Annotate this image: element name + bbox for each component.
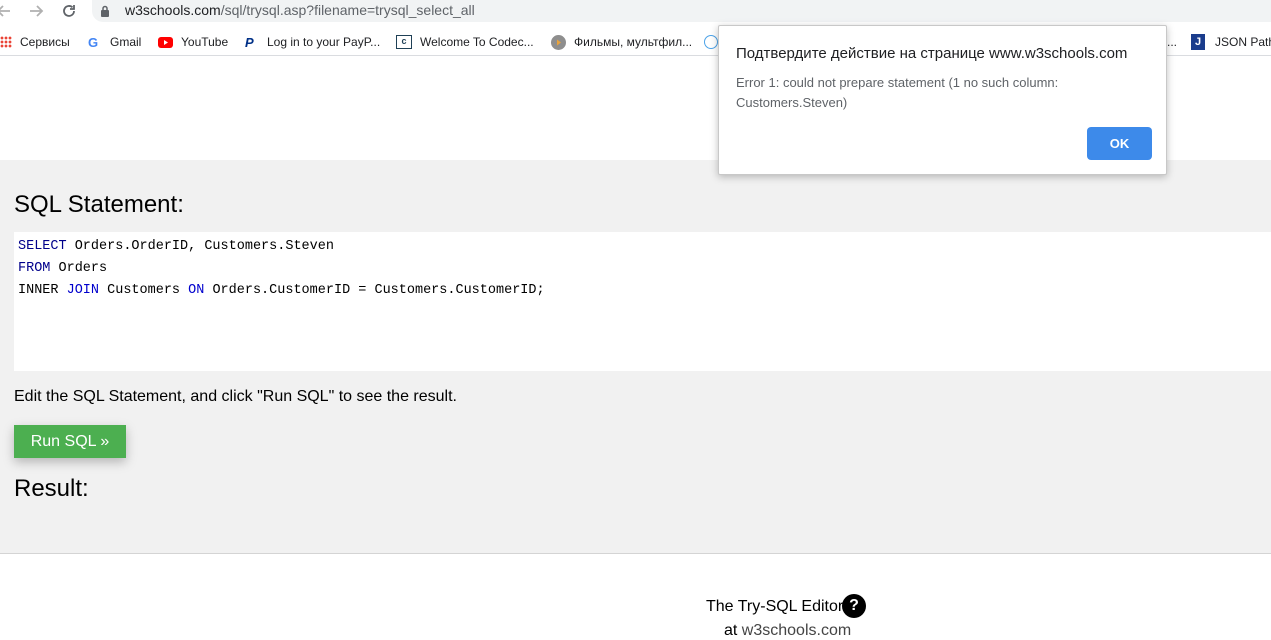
bookmark-json-path[interactable]: J JSON Path bbox=[1191, 33, 1271, 51]
dialog-title: Подтвердите действие на странице www.w3s… bbox=[736, 45, 1128, 62]
run-sql-button[interactable]: Run SQL » bbox=[14, 425, 126, 458]
bookmark-codecademy[interactable]: c Welcome To Codec... bbox=[396, 33, 534, 51]
bookmark-ellipsis[interactable]: ... bbox=[1167, 33, 1177, 51]
ok-button[interactable]: OK bbox=[1087, 127, 1152, 160]
help-icon[interactable]: ? bbox=[842, 594, 866, 618]
footer-title: The Try-SQL Editor bbox=[706, 598, 844, 615]
address-bar[interactable]: w3schools.com/sql/trysql.asp?filename=tr… bbox=[92, 0, 1271, 22]
lock-icon bbox=[100, 4, 110, 22]
alert-dialog: Подтвердите действие на странице www.w3s… bbox=[718, 25, 1167, 175]
footer-attribution: at w3schools.com bbox=[724, 622, 852, 639]
sql-editor[interactable]: SELECT Orders.OrderID, Customers.Steven … bbox=[14, 232, 1271, 371]
browser-toolbar: w3schools.com/sql/trysql.asp?filename=tr… bbox=[0, 0, 1271, 24]
bookmark-films[interactable]: Фильмы, мультфил... bbox=[551, 33, 692, 51]
sql-statement-heading: SQL Statement: bbox=[14, 191, 184, 218]
url-text: w3schools.com/sql/trysql.asp?filename=tr… bbox=[125, 2, 475, 18]
forward-arrow-icon[interactable] bbox=[26, 1, 46, 21]
film-icon bbox=[551, 34, 566, 50]
bookmark-paypal[interactable]: P Log in to your PayP... bbox=[245, 33, 380, 51]
paypal-icon: P bbox=[245, 34, 254, 50]
json-path-icon: J bbox=[1191, 34, 1205, 50]
youtube-icon bbox=[158, 36, 173, 48]
instruction-text: Edit the SQL Statement, and click "Run S… bbox=[14, 388, 457, 405]
back-arrow-icon[interactable] bbox=[0, 1, 14, 21]
bookmark-services[interactable]: Сервисы bbox=[0, 33, 70, 51]
w3schools-link[interactable]: w3schools.com bbox=[742, 622, 851, 639]
sql-line: FROM Orders bbox=[18, 261, 108, 276]
result-heading: Result: bbox=[14, 475, 89, 502]
sql-line: SELECT Orders.OrderID, Customers.Steven bbox=[18, 239, 334, 254]
bookmark-gmail[interactable]: G Gmail bbox=[88, 33, 141, 51]
bookmark-icon bbox=[704, 35, 718, 49]
bookmark-hidden[interactable] bbox=[704, 33, 718, 51]
google-icon: G bbox=[88, 34, 99, 50]
apps-grid-icon bbox=[0, 36, 12, 48]
reload-icon[interactable] bbox=[59, 1, 79, 21]
sql-line: INNER JOIN Customers ON Orders.CustomerI… bbox=[18, 283, 545, 298]
bookmark-youtube[interactable]: YouTube bbox=[158, 33, 228, 51]
dialog-message: Error 1: could not prepare statement (1 … bbox=[736, 75, 1059, 110]
codecademy-icon: c bbox=[396, 35, 412, 49]
